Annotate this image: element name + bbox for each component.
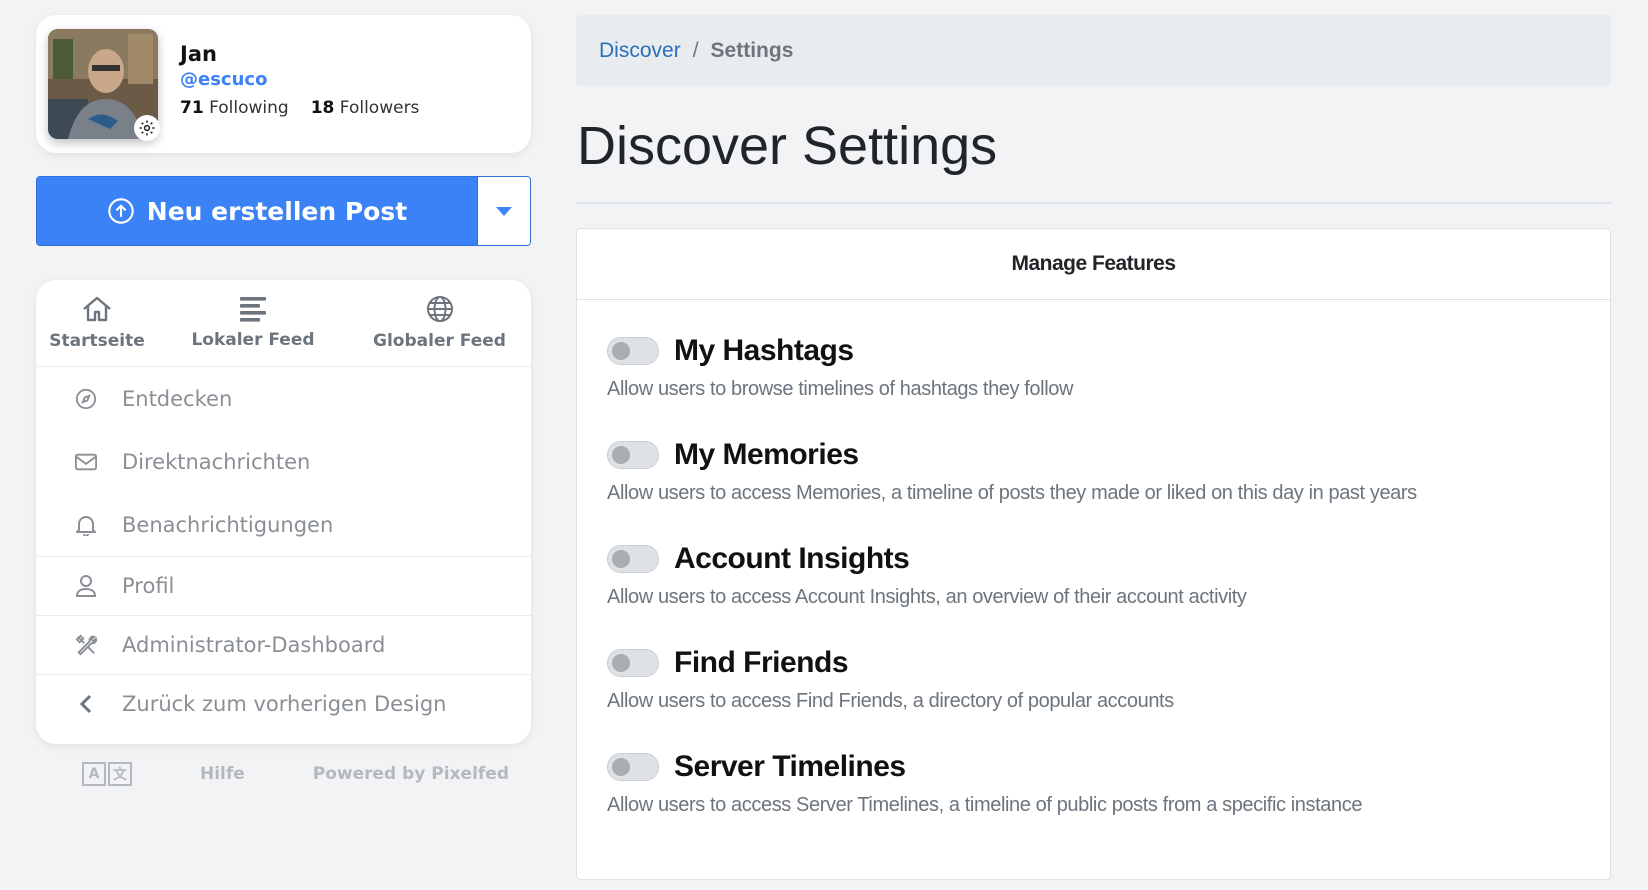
compose-post-label: Neu erstellen Post (146, 196, 408, 226)
nav-item-zurueck-design-label: Zurück zum vorherigen Design (122, 692, 447, 716)
globe-icon (426, 296, 453, 322)
feature-description: Allow users to access Server Timelines, … (607, 794, 1363, 816)
envelope-icon (74, 450, 98, 474)
nav-item-profil[interactable]: Profil (36, 556, 531, 615)
feature-description: Allow users to access Find Friends, a di… (607, 690, 1174, 712)
feature-find-friends: Find Friends Allow users to access Find … (607, 646, 1610, 750)
account-insights-toggle[interactable] (607, 545, 659, 573)
tab-lokaler-feed[interactable]: Lokaler Feed (158, 280, 348, 366)
powered-by-link[interactable]: Powered by Pixelfed (313, 764, 509, 784)
main-content: Discover / Settings Discover Settings Ma… (576, 15, 1611, 880)
feature-title: My Hashtags (674, 334, 854, 367)
page-title: Discover Settings (577, 116, 998, 176)
help-link[interactable]: Hilfe (200, 764, 245, 784)
gear-icon[interactable] (134, 115, 160, 141)
nav-item-entdecken[interactable]: Entdecken (36, 367, 531, 430)
title-divider (576, 202, 1611, 204)
language-icon[interactable]: A文 (82, 762, 132, 786)
feature-title: Find Friends (674, 646, 849, 679)
caret-down-icon (496, 206, 512, 216)
profile-name[interactable]: Jan (180, 42, 217, 66)
tab-startseite-label: Startseite (49, 331, 145, 351)
following-count: 71 (180, 98, 204, 118)
feature-title: My Memories (674, 438, 859, 471)
manage-features-card: Manage Features My Hashtags Allow users … (576, 228, 1611, 880)
compass-icon (74, 387, 98, 411)
feature-my-hashtags: My Hashtags Allow users to browse timeli… (607, 334, 1610, 438)
manage-features-header: Manage Features (577, 229, 1610, 300)
nav-item-direktnachrichten-label: Direktnachrichten (122, 449, 311, 474)
nav-item-administrator-dashboard-label: Administrator-Dashboard (122, 633, 386, 657)
feature-description: Allow users to browse timelines of hasht… (607, 378, 1074, 400)
followers-count: 18 (310, 98, 335, 118)
feature-title: Account Insights (674, 542, 910, 575)
tab-startseite[interactable]: Startseite (36, 280, 158, 366)
feature-account-insights: Account Insights Allow users to access A… (607, 542, 1610, 646)
list-icon (240, 297, 266, 322)
nav-item-direktnachrichten[interactable]: Direktnachrichten (36, 430, 531, 493)
breadcrumb-current: Settings (710, 38, 794, 62)
breadcrumb: Discover / Settings (576, 15, 1611, 86)
my-memories-toggle[interactable] (607, 441, 659, 469)
user-icon (74, 574, 98, 598)
tab-globaler-feed-label: Globaler Feed (373, 331, 506, 351)
breadcrumb-separator: / (692, 38, 699, 62)
feature-server-timelines: Server Timelines Allow users to access S… (607, 750, 1610, 854)
navigation-card: Startseite Lokaler Feed Globaler Feed En… (36, 280, 531, 744)
compose-button-group: Neu erstellen Post (36, 176, 531, 246)
nav-item-profil-label: Profil (122, 574, 175, 598)
find-friends-toggle[interactable] (607, 649, 659, 677)
my-hashtags-toggle[interactable] (607, 337, 659, 365)
tab-lokaler-feed-label: Lokaler Feed (191, 330, 315, 350)
profile-handle[interactable]: @escuco (180, 69, 267, 90)
feature-description: Allow users to access Account Insights, … (607, 586, 1247, 608)
home-icon (83, 296, 111, 322)
nav-item-zurueck-design[interactable]: Zurück zum vorherigen Design (36, 674, 531, 733)
tools-icon (74, 633, 98, 657)
followers-label: Followers (339, 98, 420, 118)
server-timelines-toggle[interactable] (607, 753, 659, 781)
profile-stats: 71 Following 18 Followers (180, 98, 419, 118)
nav-item-entdecken-label: Entdecken (122, 386, 233, 411)
feed-tabs: Startseite Lokaler Feed Globaler Feed (36, 280, 531, 367)
sidebar-footer: A文 Hilfe Powered by Pixelfed (36, 762, 531, 786)
feature-description: Allow users to access Memories, a timeli… (607, 482, 1417, 504)
nav-item-administrator-dashboard[interactable]: Administrator-Dashboard (36, 615, 531, 674)
upload-circle-icon (108, 198, 134, 224)
nav-item-benachrichtigungen[interactable]: Benachrichtigungen (36, 493, 531, 556)
following-label: Following (209, 98, 289, 118)
compose-post-button[interactable]: Neu erstellen Post (37, 177, 477, 245)
breadcrumb-discover-link[interactable]: Discover (599, 39, 681, 63)
left-sidebar: Jan @escuco 71 Following 18 Followers Ne… (36, 15, 531, 786)
chevron-left-icon (74, 692, 98, 716)
followers-stat[interactable]: 18 Followers (311, 98, 420, 118)
following-stat[interactable]: 71 Following (180, 98, 289, 118)
feature-my-memories: My Memories Allow users to access Memori… (607, 438, 1610, 542)
tab-globaler-feed[interactable]: Globaler Feed (348, 280, 531, 366)
feature-list: My Hashtags Allow users to browse timeli… (577, 300, 1610, 854)
feature-title: Server Timelines (674, 750, 906, 783)
bell-icon (74, 513, 98, 537)
compose-dropdown-button[interactable] (477, 177, 530, 245)
avatar-wrap[interactable] (48, 29, 160, 141)
nav-item-benachrichtigungen-label: Benachrichtigungen (122, 512, 334, 537)
profile-card: Jan @escuco 71 Following 18 Followers (36, 15, 531, 153)
